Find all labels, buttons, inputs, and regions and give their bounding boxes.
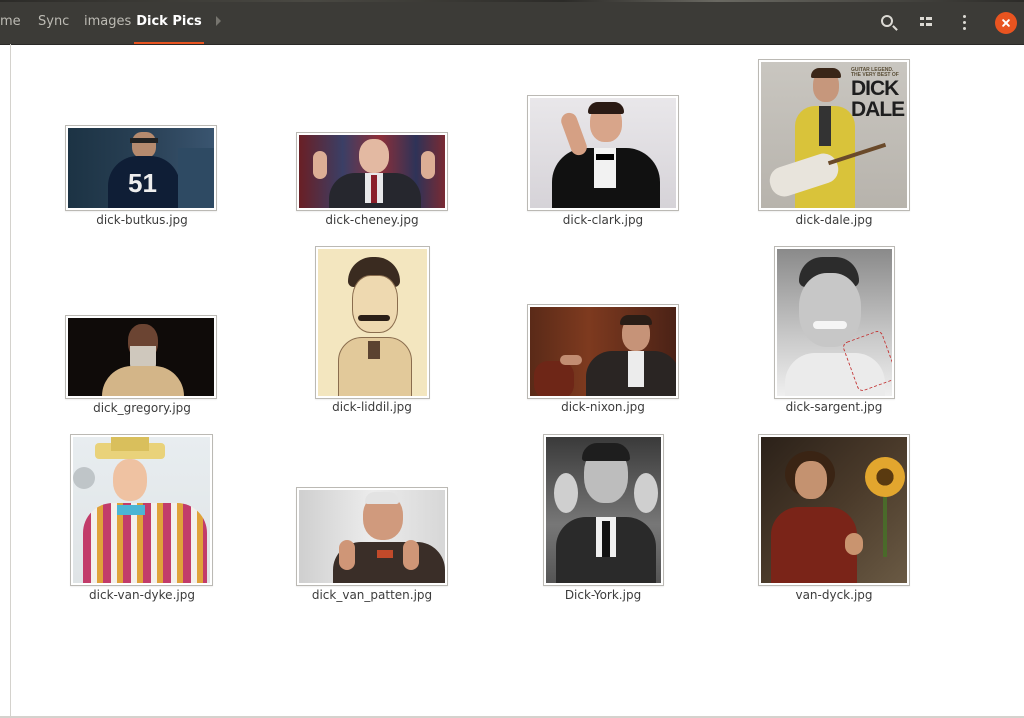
file-item[interactable]: dick-van-dyke.jpg [62, 433, 222, 605]
sidebar-edge [10, 44, 11, 718]
menu-button[interactable] [946, 2, 982, 42]
file-thumbnail [315, 246, 430, 399]
breadcrumb-forward-arrow-icon[interactable] [216, 16, 221, 26]
file-item[interactable]: dick_gregory.jpg [62, 314, 222, 418]
file-item[interactable]: dick-cheney.jpg [292, 131, 452, 230]
breadcrumb-images[interactable]: images [84, 2, 131, 44]
file-thumbnail [296, 487, 448, 586]
file-thumbnail: GUITAR LEGEND. THE VERY BEST OF DICK DAL… [758, 59, 910, 211]
file-thumbnail [527, 304, 679, 399]
file-thumbnail [543, 434, 664, 586]
file-thumbnail [774, 246, 895, 399]
view-toggle-button[interactable] [908, 2, 944, 42]
file-name: dick-dale.jpg [795, 213, 873, 227]
breadcrumb-dick-pics[interactable]: Dick Pics [134, 2, 204, 44]
file-thumbnail [758, 434, 910, 586]
file-item[interactable]: GUITAR LEGEND. THE VERY BEST OF DICK DAL… [754, 58, 914, 230]
file-name: dick-cheney.jpg [325, 213, 419, 227]
file-thumbnail [70, 434, 213, 586]
album-cover-text: GUITAR LEGEND. THE VERY BEST OF DICK DAL… [851, 67, 905, 121]
header-bar: me Sync images Dick Pics [0, 0, 1024, 44]
file-name: dick_gregory.jpg [93, 401, 191, 415]
file-name: dick-sargent.jpg [785, 400, 883, 414]
file-name: dick-clark.jpg [562, 213, 644, 227]
file-item[interactable]: dick-nixon.jpg [523, 303, 683, 418]
file-item[interactable]: dick-clark.jpg [523, 94, 683, 230]
breadcrumb-home[interactable]: me [0, 2, 24, 44]
file-item[interactable]: van-dyck.jpg [754, 433, 914, 605]
file-item[interactable]: dick-liddil.jpg [292, 245, 452, 418]
search-button[interactable] [870, 2, 906, 42]
file-thumbnail [527, 95, 679, 211]
file-name: Dick-York.jpg [564, 588, 642, 602]
file-item[interactable]: Dick-York.jpg [523, 433, 683, 605]
file-name: dick_van_patten.jpg [311, 588, 433, 602]
file-item[interactable]: dick_van_patten.jpg [292, 486, 452, 605]
file-name: dick-liddil.jpg [332, 400, 412, 414]
file-thumbnail [65, 315, 217, 399]
file-name: van-dyck.jpg [795, 588, 873, 602]
file-name: dick-van-dyke.jpg [89, 588, 195, 602]
file-thumbnail: 51 [65, 125, 217, 211]
file-thumbnail [296, 132, 448, 211]
file-name: dick-nixon.jpg [561, 400, 645, 414]
close-icon[interactable] [995, 12, 1017, 34]
file-item[interactable]: 51 dick-butkus.jpg [62, 124, 222, 230]
search-icon [881, 15, 893, 27]
file-name: dick-butkus.jpg [96, 213, 188, 227]
breadcrumb-sync[interactable]: Sync [38, 2, 78, 44]
view-toggle-icon [920, 17, 932, 27]
file-item[interactable]: dick-sargent.jpg [754, 245, 914, 418]
